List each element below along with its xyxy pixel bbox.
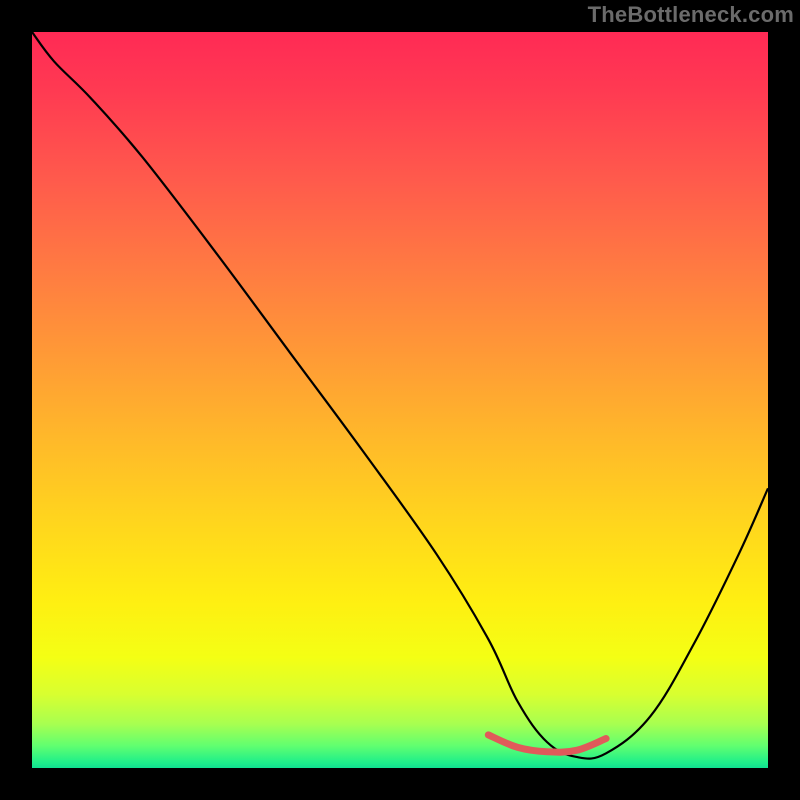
- plot-area: [32, 32, 768, 768]
- background-gradient: [32, 32, 768, 768]
- watermark-label: TheBottleneck.com: [588, 2, 794, 28]
- chart-container: TheBottleneck.com: [0, 0, 800, 800]
